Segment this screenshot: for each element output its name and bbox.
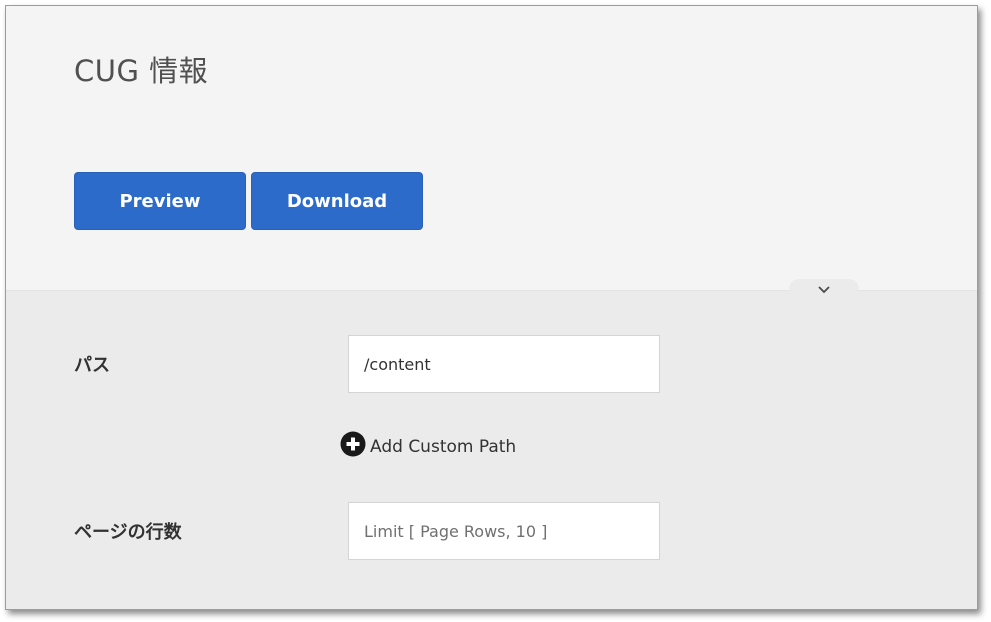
add-custom-path-button[interactable]: Add Custom Path [340,431,516,457]
page-rows-input[interactable] [348,502,660,560]
path-input[interactable] [348,335,660,393]
preview-button[interactable]: Preview [74,172,246,230]
cug-info-panel: CUG 情報 Preview Download パス Add Custom Pa… [5,5,978,610]
panel-header: CUG 情報 Preview Download [6,6,977,290]
collapse-toggle[interactable] [789,279,859,301]
chevron-down-icon [818,286,830,294]
page-title: CUG 情報 [74,54,209,88]
page-rows-label: ページの行数 [74,522,182,543]
plus-circle-icon [340,431,366,457]
download-button[interactable]: Download [251,172,423,230]
add-custom-path-label: Add Custom Path [370,436,517,457]
path-label: パス [74,355,110,376]
